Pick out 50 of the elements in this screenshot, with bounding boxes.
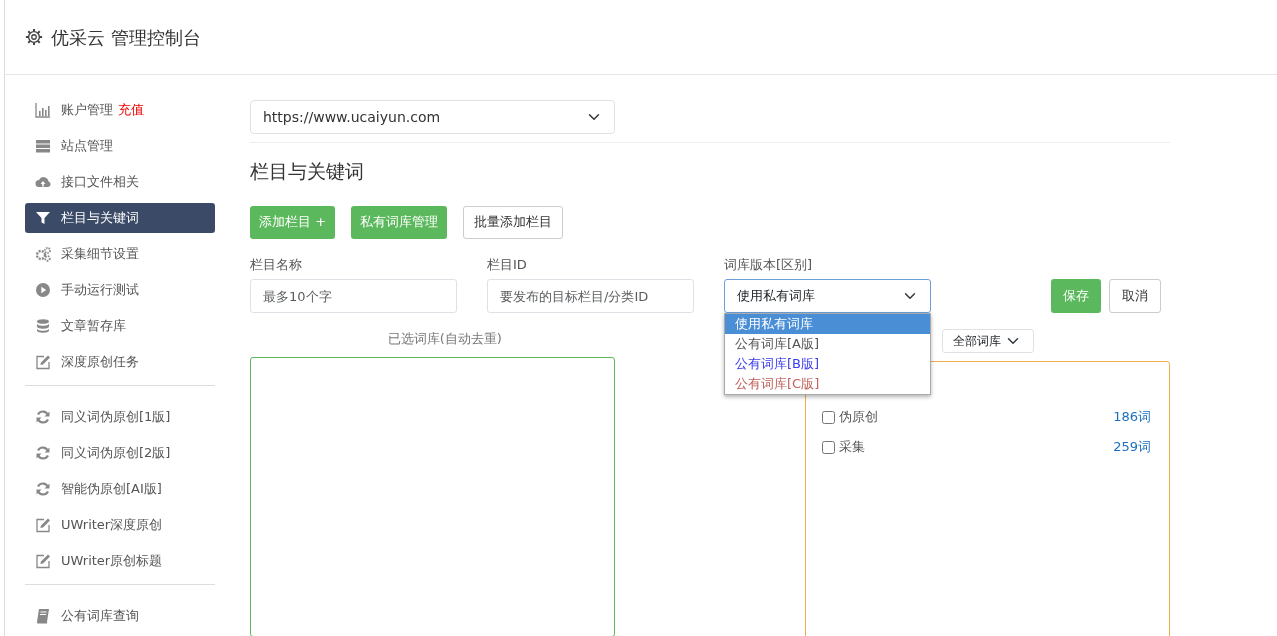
sidebar-item[interactable]: 同义词伪原创[1版] — [25, 402, 215, 432]
input-field[interactable]: 要发布的目标栏目/分类ID — [487, 279, 694, 313]
edit-icon — [35, 517, 51, 533]
sidebar-item[interactable]: 站点管理 — [25, 131, 215, 161]
edit-icon — [35, 553, 51, 569]
library-option[interactable]: 采集 — [821, 437, 1114, 457]
bar-chart-icon — [35, 102, 51, 118]
sidebar-item[interactable]: 深度原创任务 — [25, 347, 215, 377]
refresh-icon — [35, 409, 51, 425]
field-label: 词库版本[区别] — [724, 255, 814, 274]
filter-icon — [35, 210, 51, 226]
database-icon — [35, 318, 51, 334]
field-label: 栏目名称 — [250, 255, 303, 274]
console-title: 优采云 管理控制台 — [51, 25, 201, 50]
checkbox[interactable] — [821, 440, 835, 454]
dropdown-option[interactable]: 公有词库[A版] — [725, 334, 930, 354]
cloud-upload-icon — [35, 174, 51, 190]
sidebar-item[interactable]: 采集细节设置 — [25, 239, 215, 269]
library-filter-select[interactable]: 全部词库 — [941, 329, 1034, 353]
sidebar-item[interactable]: 手动运行测试 — [25, 275, 215, 305]
sidebar-item[interactable]: UWriter原创标题 — [25, 546, 215, 576]
toolbar-button[interactable]: 批量添加栏目 — [463, 205, 564, 239]
sidebar-item[interactable]: 接口文件相关 — [25, 167, 215, 197]
field-label: 栏目ID — [487, 255, 528, 274]
cancel-button[interactable]: 取消 — [1109, 279, 1161, 313]
sidebar-item[interactable]: UWriter深度原创 — [25, 510, 215, 540]
section-title: 栏目与关键词 — [250, 159, 365, 184]
play-icon — [35, 282, 51, 298]
edit-icon — [35, 354, 51, 370]
word-count: 186词 — [1113, 408, 1151, 427]
checkbox[interactable] — [821, 410, 835, 424]
dropdown-option[interactable]: 公有词库[B版] — [725, 354, 930, 374]
server-icon — [35, 138, 51, 154]
gear-icon — [25, 28, 43, 46]
sidebar-item[interactable]: 智能伪原创[AI版] — [25, 474, 215, 504]
library-version-select[interactable]: 使用私有词库 — [724, 279, 931, 313]
dropdown-option[interactable]: 公有词库[C版] — [725, 374, 930, 394]
book-icon — [35, 608, 51, 624]
word-count: 259词 — [1113, 438, 1151, 457]
refresh-icon — [35, 481, 51, 497]
sidebar-item[interactable]: 文章暂存库 — [25, 311, 215, 341]
library-option[interactable]: 伪原创 — [821, 407, 1114, 427]
sidebar-item[interactable]: 账户管理 充值 — [25, 95, 215, 125]
sidebar-item[interactable]: 同义词伪原创[2版] — [25, 438, 215, 468]
panel-title: 已选词库(自动去重) — [386, 330, 503, 348]
input-field[interactable]: 最多10个字 — [250, 279, 457, 313]
sidebar-item[interactable]: 栏目与关键词 — [25, 203, 215, 233]
sidebar-item[interactable]: 公有词库查询 — [25, 601, 215, 631]
refresh-icon — [35, 445, 51, 461]
site-select[interactable]: https://www.ucaiyun.com — [250, 100, 615, 134]
